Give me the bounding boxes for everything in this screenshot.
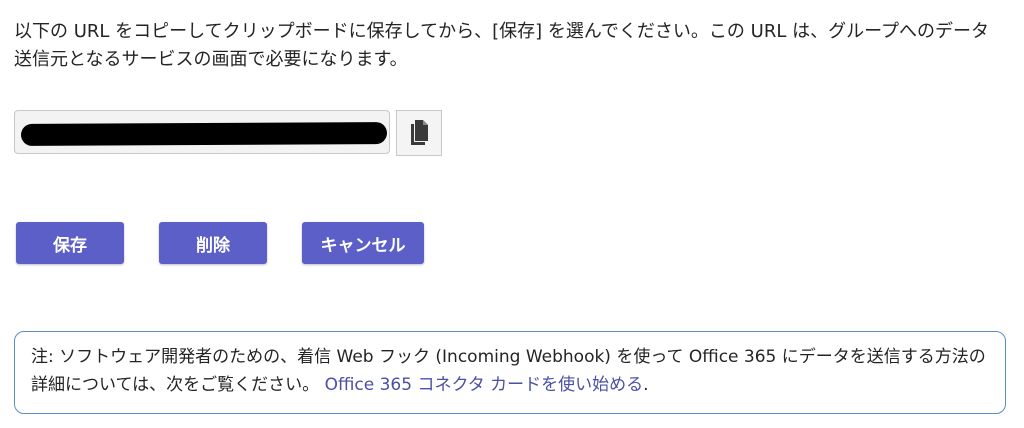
webhook-config-panel: 以下の URL をコピーしてクリップボードに保存してから、[保存] を選んでくだ…	[0, 0, 1024, 428]
developer-note: 注: ソフトウェア開発者のための、着信 Web フック (Incoming We…	[14, 331, 1006, 414]
connector-cards-link[interactable]: Office 365 コネクタ カードを使い始める	[325, 375, 644, 395]
copy-url-button[interactable]	[396, 110, 442, 156]
delete-button[interactable]: 削除	[159, 222, 267, 264]
webhook-url-field[interactable]	[14, 110, 390, 154]
action-buttons: 保存 削除 キャンセル	[16, 222, 424, 264]
note-suffix: .	[643, 375, 649, 395]
redaction-mark	[20, 122, 388, 146]
copy-icon	[411, 120, 428, 145]
save-button[interactable]: 保存	[16, 222, 124, 264]
instructions-text: 以下の URL をコピーしてクリップボードに保存してから、[保存] を選んでくだ…	[14, 21, 990, 70]
url-row	[14, 110, 442, 156]
cancel-button[interactable]: キャンセル	[302, 222, 424, 264]
